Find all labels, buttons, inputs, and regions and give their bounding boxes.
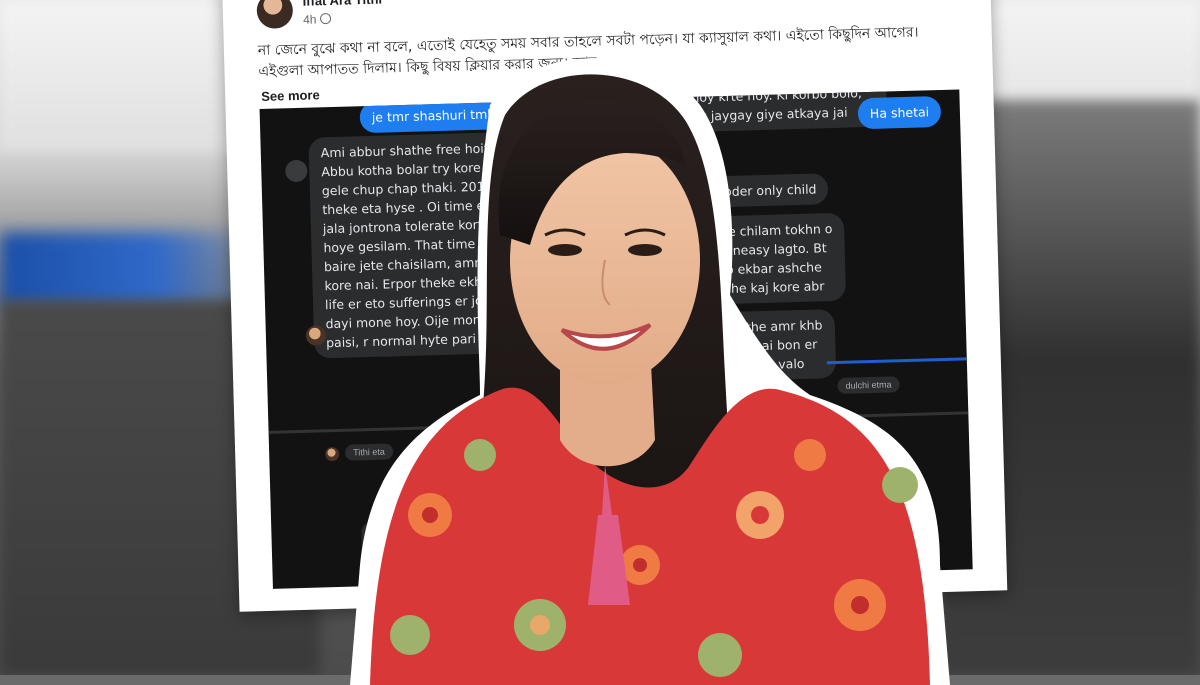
left-eye <box>548 244 582 256</box>
chat-avatar-placeholder <box>285 159 308 183</box>
author-avatar <box>256 0 294 30</box>
right-eye <box>628 244 662 256</box>
chat-avatar <box>325 446 340 462</box>
woman-cutout-photo <box>350 58 950 685</box>
post-time: 4h <box>302 12 317 27</box>
see-more-link: See more <box>261 87 320 104</box>
background-blue-stripe <box>0 232 260 307</box>
post-header: Iffat Ara Tithi 4h <box>256 0 382 37</box>
globe-icon <box>320 12 332 25</box>
post-author: Iffat Ara Tithi <box>302 0 383 9</box>
post-meta: 4h <box>303 12 332 27</box>
